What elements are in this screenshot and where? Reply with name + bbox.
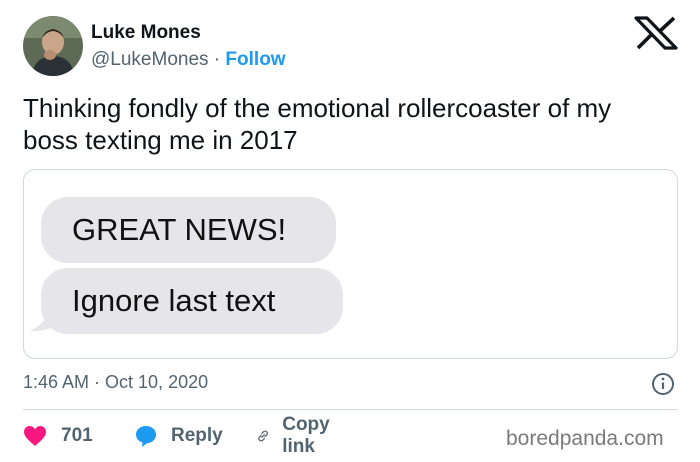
handle-separator: · xyxy=(208,49,226,70)
copy-link-label: Copy link xyxy=(282,414,330,457)
message-bubble: GREAT NEWS! xyxy=(41,197,336,263)
watermark: boredpanda.com xyxy=(506,427,664,450)
heart-icon xyxy=(24,426,46,446)
tweet-text: Thinking fondly of the emotional rollerc… xyxy=(23,93,612,155)
author-name[interactable]: Luke Mones xyxy=(91,22,201,44)
reply-button[interactable]: Reply xyxy=(134,423,223,449)
avatar[interactable] xyxy=(23,16,83,76)
author-handle-row: @LukeMones · Follow xyxy=(91,49,286,71)
reply-bubble-icon xyxy=(136,426,156,447)
like-count: 701 xyxy=(61,425,93,446)
link-icon xyxy=(258,430,268,442)
reply-label: Reply xyxy=(171,425,223,446)
copy-link-button[interactable]: Copy link xyxy=(256,414,338,457)
message-bubble: Ignore last text xyxy=(41,268,343,334)
tweet-timestamp[interactable]: 1:46 AM · Oct 10, 2020 xyxy=(23,372,208,393)
x-logo-icon[interactable] xyxy=(634,16,678,50)
like-button[interactable]: 701 xyxy=(23,423,93,449)
divider xyxy=(23,409,678,410)
author-handle[interactable]: @LukeMones xyxy=(91,49,209,70)
follow-button[interactable]: Follow xyxy=(225,49,285,70)
info-icon[interactable] xyxy=(651,372,675,396)
avatar-photo xyxy=(23,16,83,76)
